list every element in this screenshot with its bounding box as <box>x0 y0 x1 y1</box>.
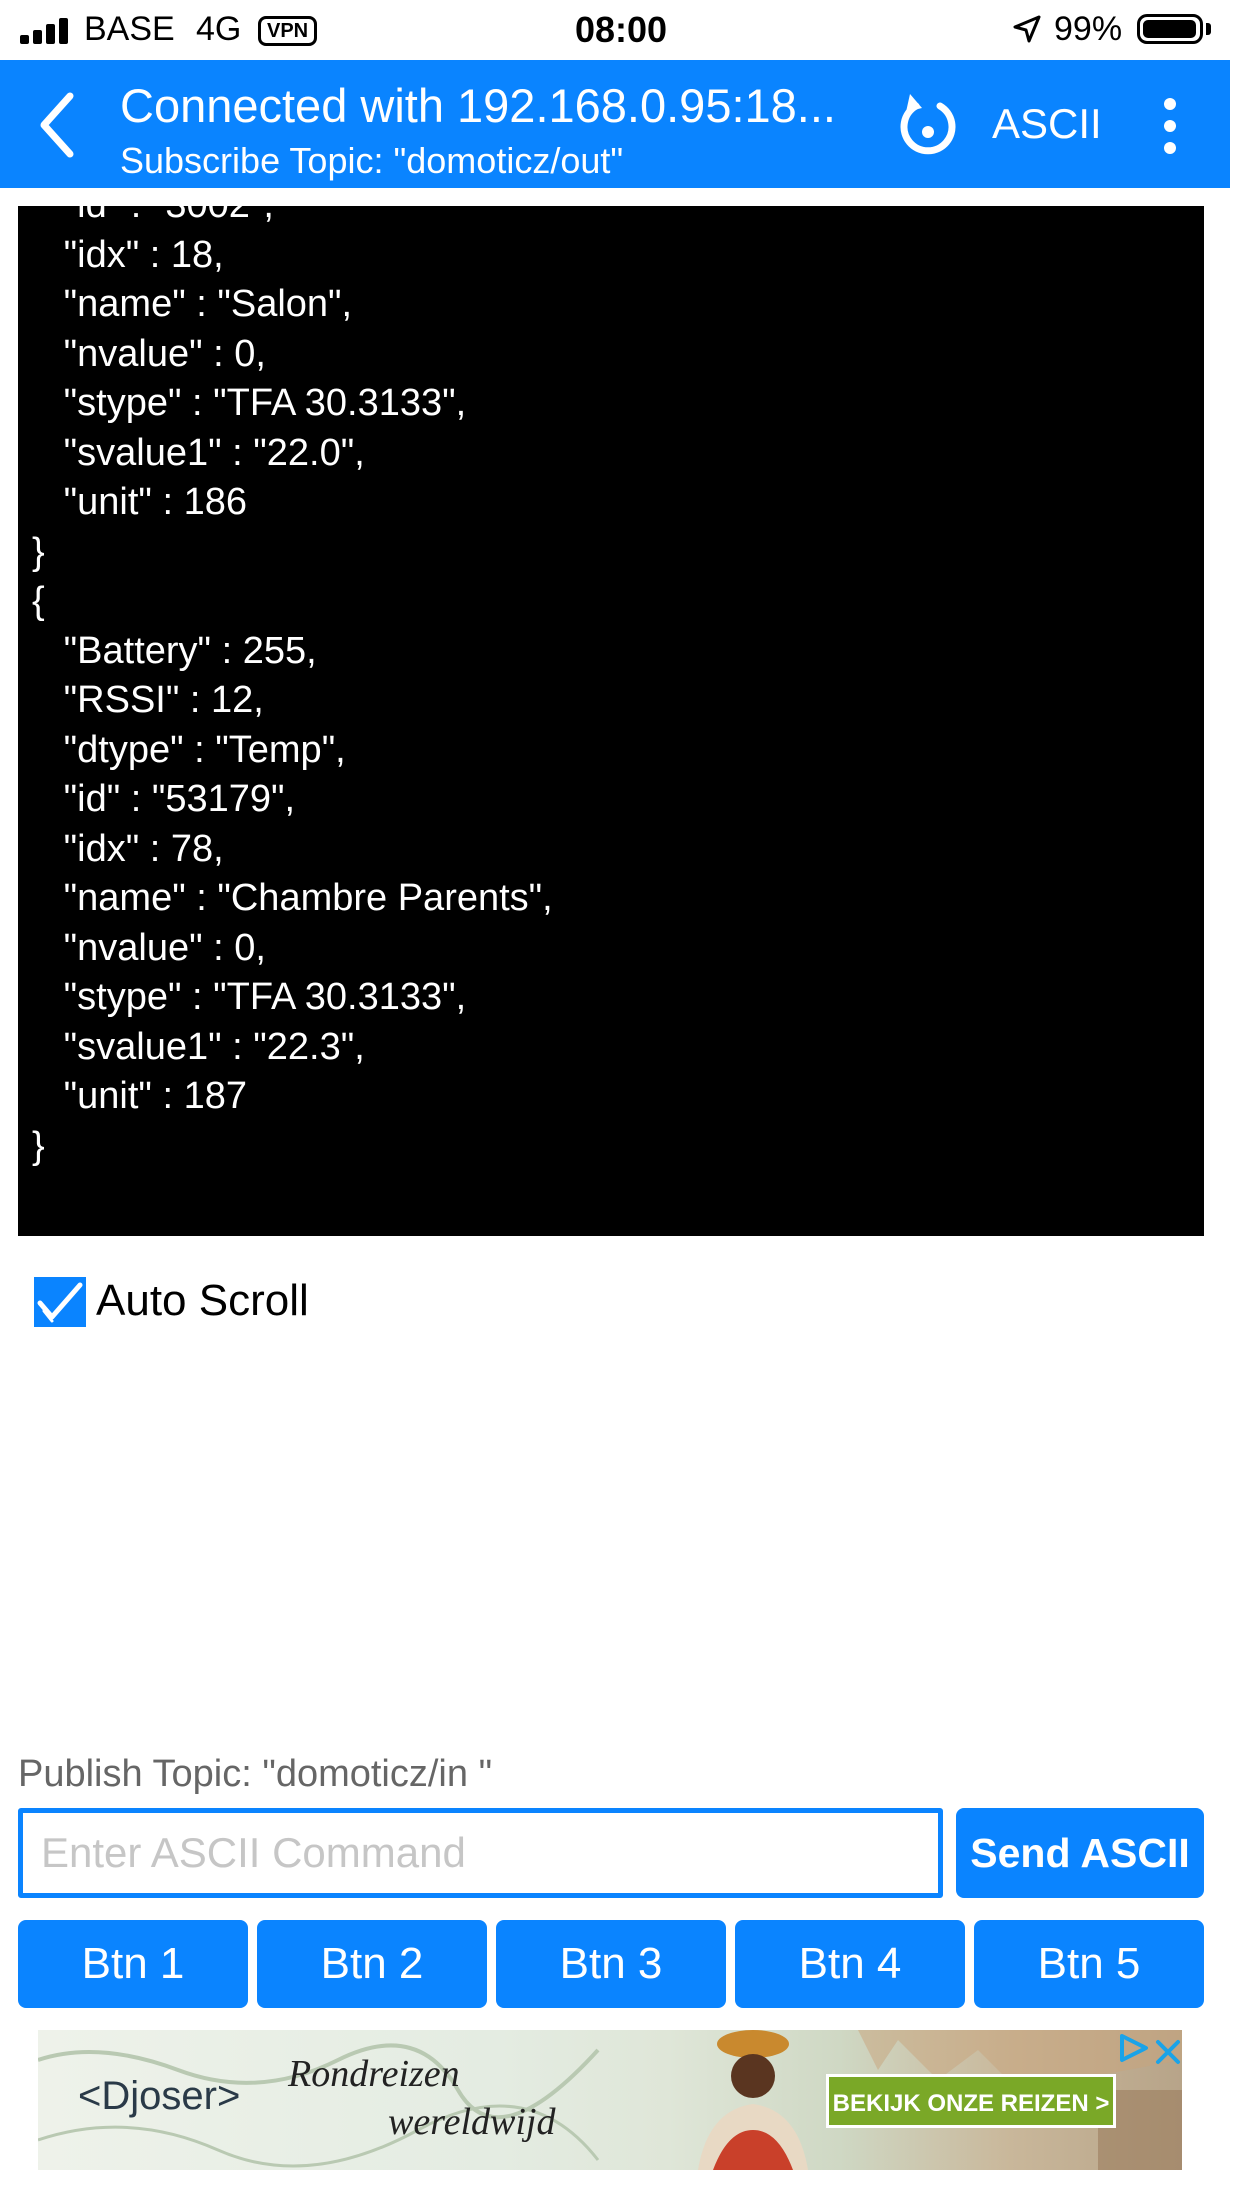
auto-scroll-checkbox[interactable] <box>34 1277 86 1327</box>
terminal-line: "idx" : 78, <box>32 827 224 870</box>
terminal-line: "unit" : 187 <box>32 1075 247 1117</box>
connection-title: Connected with 192.168.0.95:18... <box>120 79 836 132</box>
terminal-line: } <box>32 1124 45 1167</box>
command-input[interactable] <box>18 1808 943 1898</box>
ad-banner[interactable]: <Djoser> Rondreizen wereldwijd BEKIJK ON… <box>38 2030 1182 2170</box>
publish-topic-label: Publish Topic: "domoticz/in " <box>18 1753 493 1795</box>
auto-scroll-label: Auto Scroll <box>96 1276 309 1325</box>
ad-tagline-1: Rondreizen <box>288 2053 460 2095</box>
status-bar: BASE 4G VPN 08:00 99% <box>0 0 1242 60</box>
terminal-line: "Battery" : 255, <box>32 629 317 672</box>
battery-icon <box>1137 14 1203 44</box>
send-ascii-button[interactable]: Send ASCII <box>956 1808 1204 1898</box>
ad-tagline-2: wereldwijd <box>388 2101 556 2143</box>
terminal-line: "unit" : 186 <box>32 481 247 523</box>
ad-logo: <Djoser> <box>78 2074 241 2118</box>
quick-button-2[interactable]: Btn 2 <box>257 1920 487 2008</box>
terminal-lines: "id" : "3002", "idx" : 18, "name" : "Sal… <box>32 206 553 1171</box>
terminal-line: "stype" : "TFA 30.3133", <box>32 382 467 424</box>
terminal-line: { <box>32 580 45 622</box>
ad-cta-button[interactable]: BEKIJK ONZE REIZEN > <box>826 2074 1116 2128</box>
terminal-line: "svalue1" : "22.0", <box>32 431 365 474</box>
battery-level <box>1143 20 1196 38</box>
battery-percentage: 99% <box>1054 10 1123 48</box>
checkmark-icon <box>37 1282 83 1323</box>
terminal-line: } <box>32 530 45 573</box>
quick-button-4[interactable]: Btn 4 <box>735 1920 965 2008</box>
refresh-icon[interactable] <box>898 90 958 156</box>
quick-button-row: Btn 1 Btn 2 Btn 3 Btn 4 Btn 5 <box>18 1920 1204 2008</box>
terminal-line: "idx" : 18, <box>32 233 224 276</box>
ad-person-image <box>698 2030 808 2170</box>
terminal-line: "stype" : "TFA 30.3133", <box>32 976 467 1018</box>
quick-button-5[interactable]: Btn 5 <box>974 1920 1204 2008</box>
ad-choices-icon[interactable] <box>1114 2030 1152 2066</box>
terminal-line: "nvalue" : 0, <box>32 926 266 969</box>
back-icon[interactable] <box>36 90 76 160</box>
terminal-line: "svalue1" : "22.3", <box>32 1025 365 1068</box>
terminal-line: "id" : "3002", <box>32 206 553 231</box>
terminal-line: "name" : "Chambre Parents", <box>32 877 553 919</box>
ad-close-icon[interactable] <box>1150 2034 1182 2070</box>
terminal-line: "id" : "53179", <box>32 778 296 820</box>
mode-toggle-button[interactable]: ASCII <box>992 100 1102 148</box>
app-bar: Connected with 192.168.0.95:18... Subscr… <box>0 60 1230 188</box>
location-arrow-icon <box>1013 15 1041 43</box>
terminal-line: "name" : "Salon", <box>32 283 353 325</box>
terminal-output[interactable]: "id" : "3002", "idx" : 18, "name" : "Sal… <box>18 206 1204 1236</box>
more-icon[interactable] <box>1160 98 1180 154</box>
subscribe-topic: Subscribe Topic: "domoticz/out" <box>120 140 624 181</box>
battery-cap <box>1206 23 1211 35</box>
quick-button-3[interactable]: Btn 3 <box>496 1920 726 2008</box>
quick-button-1[interactable]: Btn 1 <box>18 1920 248 2008</box>
terminal-line: "nvalue" : 0, <box>32 332 266 375</box>
terminal-line: "RSSI" : 12, <box>32 679 264 721</box>
terminal-line: "dtype" : "Temp", <box>32 728 346 771</box>
